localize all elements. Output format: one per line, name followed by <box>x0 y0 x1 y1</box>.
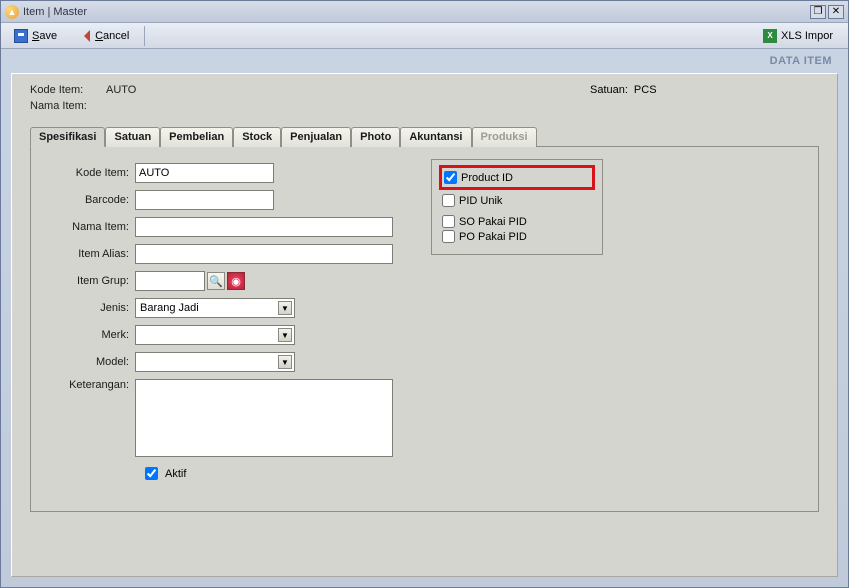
tab-stock[interactable]: Stock <box>233 127 281 147</box>
header-kode-value: AUTO <box>106 84 136 96</box>
titlebar: ▲ Item | Master ❐ ✕ <box>1 1 848 23</box>
item-grup-clear-button[interactable]: ◉ <box>227 272 245 290</box>
restore-button[interactable]: ❐ <box>810 5 826 19</box>
header-kode-label: Kode Item: <box>30 84 106 96</box>
tab-photo[interactable]: Photo <box>351 127 400 147</box>
stop-icon: ◉ <box>231 275 241 288</box>
undo-icon <box>77 29 91 43</box>
chevron-down-icon: ▼ <box>278 301 292 315</box>
content-panel: Kode Item: AUTO Nama Item: Satuan: PCS S… <box>11 73 838 577</box>
chevron-down-icon: ▼ <box>278 328 292 342</box>
keterangan-label: Keterangan: <box>53 379 135 391</box>
save-button[interactable]: Save <box>5 26 66 46</box>
nama-item-label: Nama Item: <box>53 221 135 233</box>
tab-penjualan[interactable]: Penjualan <box>281 127 351 147</box>
app-icon: ▲ <box>5 5 19 19</box>
toolbar: Save Cancel X XLS Impor <box>1 23 848 49</box>
cancel-button[interactable]: Cancel <box>68 26 138 46</box>
jenis-combo[interactable]: Barang Jadi ▼ <box>135 298 295 318</box>
window-title: Item | Master <box>23 6 87 18</box>
tab-bar: Spesifikasi Satuan Pembelian Stock Penju… <box>30 127 819 147</box>
merk-label: Merk: <box>53 329 135 341</box>
tab-content-spesifikasi: Kode Item: Barcode: Nama Item: Item Alia… <box>30 146 819 512</box>
window-item-master: ▲ Item | Master ❐ ✕ Save Cancel X XLS Im… <box>0 0 849 588</box>
item-grup-input[interactable] <box>135 271 205 291</box>
header-nama-label: Nama Item: <box>30 100 106 112</box>
jenis-value: Barang Jadi <box>140 302 199 314</box>
item-grup-label: Item Grup: <box>53 275 135 287</box>
aktif-label: Aktif <box>165 468 186 480</box>
save-label: Save <box>32 30 57 42</box>
item-alias-input[interactable] <box>135 244 393 264</box>
item-alias-label: Item Alias: <box>53 248 135 260</box>
header-satuan-label: Satuan: <box>590 84 628 116</box>
product-id-checkbox[interactable] <box>444 171 457 184</box>
cancel-label: Cancel <box>95 30 129 42</box>
barcode-input[interactable] <box>135 190 274 210</box>
kode-item-input[interactable] <box>135 163 274 183</box>
tab-spesifikasi[interactable]: Spesifikasi <box>30 127 105 147</box>
save-icon <box>14 29 28 43</box>
close-button[interactable]: ✕ <box>828 5 844 19</box>
merk-combo[interactable]: ▼ <box>135 325 295 345</box>
pid-panel: Product ID PID Unik SO Pakai PID PO Paka… <box>431 159 603 255</box>
po-pakai-pid-label: PO Pakai PID <box>459 231 527 243</box>
tab-pembelian[interactable]: Pembelian <box>160 127 233 147</box>
xls-import-label: XLS Impor <box>781 30 833 42</box>
xls-icon: X <box>763 29 777 43</box>
pid-unik-label: PID Unik <box>459 195 502 207</box>
breadcrumb: DATA ITEM <box>1 49 848 69</box>
so-pakai-pid-checkbox[interactable] <box>442 215 455 228</box>
search-icon: 🔍 <box>209 275 223 288</box>
chevron-down-icon: ▼ <box>278 355 292 369</box>
toolbar-separator <box>144 26 145 46</box>
pid-unik-checkbox[interactable] <box>442 194 455 207</box>
so-pakai-pid-label: SO Pakai PID <box>459 216 527 228</box>
aktif-checkbox[interactable] <box>145 467 158 480</box>
model-label: Model: <box>53 356 135 368</box>
tab-satuan[interactable]: Satuan <box>105 127 160 147</box>
nama-item-input[interactable] <box>135 217 393 237</box>
tab-akuntansi[interactable]: Akuntansi <box>400 127 471 147</box>
product-id-label: Product ID <box>461 172 513 184</box>
po-pakai-pid-checkbox[interactable] <box>442 230 455 243</box>
header-block: Kode Item: AUTO Nama Item: Satuan: PCS <box>30 84 819 116</box>
jenis-label: Jenis: <box>53 302 135 314</box>
item-grup-lookup-button[interactable]: 🔍 <box>207 272 225 290</box>
barcode-label: Barcode: <box>53 194 135 206</box>
xls-import-button[interactable]: X XLS Impor <box>754 26 842 46</box>
keterangan-input[interactable] <box>135 379 393 457</box>
product-id-highlight: Product ID <box>439 165 595 190</box>
model-combo[interactable]: ▼ <box>135 352 295 372</box>
tab-produksi: Produksi <box>472 127 537 147</box>
kode-item-label: Kode Item: <box>53 167 135 179</box>
header-satuan-value: PCS <box>634 84 657 116</box>
